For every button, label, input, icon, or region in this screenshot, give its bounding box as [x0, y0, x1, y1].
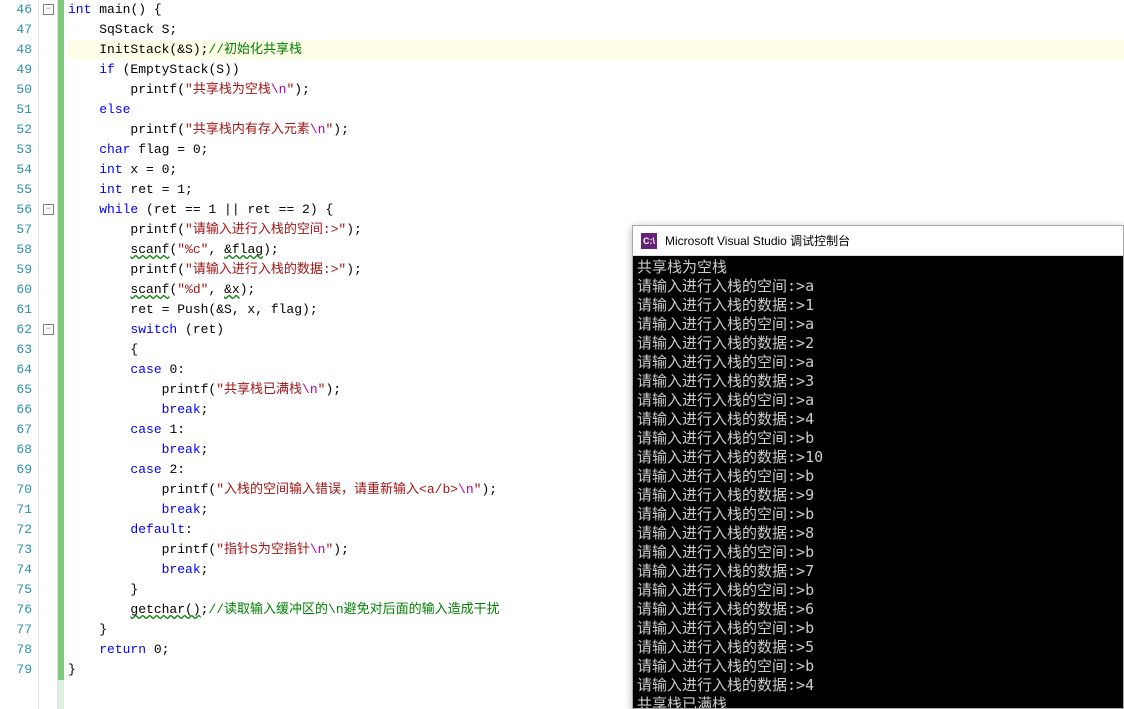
fold-toggle[interactable]: − — [43, 324, 54, 335]
line-number: 55 — [0, 180, 32, 200]
console-line: 共享栈为空栈 — [637, 258, 1119, 277]
line-number: 67 — [0, 420, 32, 440]
console-line: 请输入进行入栈的空间:>b — [637, 505, 1119, 524]
console-line: 请输入进行入栈的数据:>4 — [637, 410, 1119, 429]
code-line[interactable]: int ret = 1; — [68, 180, 1124, 200]
line-number: 47 — [0, 20, 32, 40]
line-number: 48 — [0, 40, 32, 60]
console-line: 请输入进行入栈的空间:>a — [637, 391, 1119, 410]
debug-console-window[interactable]: C:\ Microsoft Visual Studio 调试控制台 共享栈为空栈… — [632, 225, 1124, 709]
line-number: 66 — [0, 400, 32, 420]
line-number: 59 — [0, 260, 32, 280]
console-output[interactable]: 共享栈为空栈请输入进行入栈的空间:>a请输入进行入栈的数据:>1请输入进行入栈的… — [633, 256, 1123, 708]
console-icon: C:\ — [641, 233, 657, 249]
code-line[interactable]: if (EmptyStack(S)) — [68, 60, 1124, 80]
console-line: 请输入进行入栈的空间:>b — [637, 543, 1119, 562]
line-number: 64 — [0, 360, 32, 380]
line-number-gutter: 4647484950515253545556575859606162636465… — [0, 0, 38, 709]
line-number: 68 — [0, 440, 32, 460]
code-line[interactable]: printf("共享栈为空栈\n"); — [68, 80, 1124, 100]
line-number: 76 — [0, 600, 32, 620]
console-line: 请输入进行入栈的数据:>4 — [637, 676, 1119, 695]
line-number: 71 — [0, 500, 32, 520]
line-number: 56 — [0, 200, 32, 220]
line-number: 52 — [0, 120, 32, 140]
console-line: 请输入进行入栈的数据:>7 — [637, 562, 1119, 581]
line-number: 46 — [0, 0, 32, 20]
console-line: 请输入进行入栈的空间:>a — [637, 353, 1119, 372]
line-number: 70 — [0, 480, 32, 500]
line-number: 61 — [0, 300, 32, 320]
line-number: 49 — [0, 60, 32, 80]
code-line[interactable]: char flag = 0; — [68, 140, 1124, 160]
line-number: 72 — [0, 520, 32, 540]
console-titlebar[interactable]: C:\ Microsoft Visual Studio 调试控制台 — [633, 226, 1123, 256]
line-number: 73 — [0, 540, 32, 560]
line-number: 74 — [0, 560, 32, 580]
console-line: 请输入进行入栈的数据:>5 — [637, 638, 1119, 657]
fold-toggle[interactable]: − — [43, 4, 54, 15]
console-line: 请输入进行入栈的数据:>10 — [637, 448, 1119, 467]
line-number: 50 — [0, 80, 32, 100]
console-line: 请输入进行入栈的数据:>6 — [637, 600, 1119, 619]
line-number: 53 — [0, 140, 32, 160]
line-number: 54 — [0, 160, 32, 180]
console-line: 请输入进行入栈的数据:>1 — [637, 296, 1119, 315]
console-title: Microsoft Visual Studio 调试控制台 — [665, 232, 850, 249]
line-number: 69 — [0, 460, 32, 480]
line-number: 63 — [0, 340, 32, 360]
line-number: 75 — [0, 580, 32, 600]
code-line[interactable]: else — [68, 100, 1124, 120]
console-line: 请输入进行入栈的数据:>3 — [637, 372, 1119, 391]
console-line: 请输入进行入栈的数据:>2 — [637, 334, 1119, 353]
console-line: 请输入进行入栈的空间:>b — [637, 467, 1119, 486]
code-line[interactable]: int main() { — [68, 0, 1124, 20]
code-line[interactable]: printf("共享栈内有存入元素\n"); — [68, 120, 1124, 140]
fold-column[interactable]: − − − — [38, 0, 58, 709]
code-line[interactable]: InitStack(&S);//初始化共享栈 — [68, 40, 1124, 60]
line-number: 78 — [0, 640, 32, 660]
console-line: 请输入进行入栈的空间:>a — [637, 277, 1119, 296]
line-number: 65 — [0, 380, 32, 400]
code-line[interactable]: int x = 0; — [68, 160, 1124, 180]
line-number: 60 — [0, 280, 32, 300]
line-number: 58 — [0, 240, 32, 260]
console-line: 请输入进行入栈的数据:>8 — [637, 524, 1119, 543]
console-line: 请输入进行入栈的空间:>b — [637, 581, 1119, 600]
line-number: 77 — [0, 620, 32, 640]
console-line: 请输入进行入栈的空间:>b — [637, 429, 1119, 448]
console-line: 共享栈已满栈 — [637, 695, 1119, 708]
console-line: 请输入进行入栈的空间:>b — [637, 619, 1119, 638]
line-number: 51 — [0, 100, 32, 120]
console-line: 请输入进行入栈的空间:>b — [637, 657, 1119, 676]
code-line[interactable]: while (ret == 1 || ret == 2) { — [68, 200, 1124, 220]
code-line[interactable]: SqStack S; — [68, 20, 1124, 40]
line-number: 79 — [0, 660, 32, 680]
console-line: 请输入进行入栈的空间:>a — [637, 315, 1119, 334]
fold-toggle[interactable]: − — [43, 204, 54, 215]
line-number: 57 — [0, 220, 32, 240]
line-number: 62 — [0, 320, 32, 340]
console-line: 请输入进行入栈的数据:>9 — [637, 486, 1119, 505]
